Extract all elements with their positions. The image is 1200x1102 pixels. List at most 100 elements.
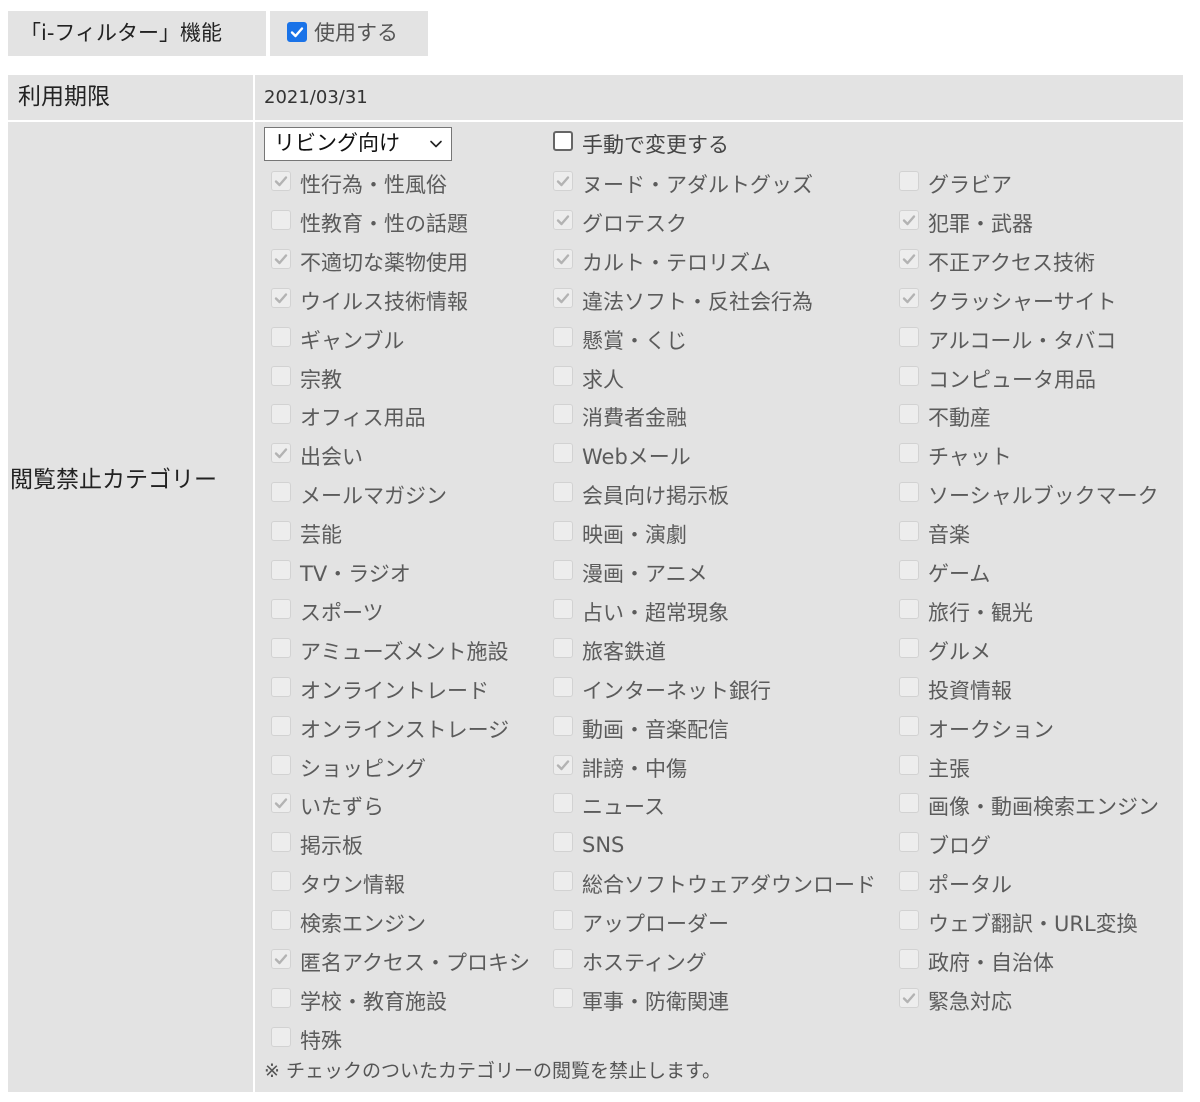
category-checkbox[interactable] xyxy=(271,910,291,931)
category-item[interactable]: 不適切な薬物使用 xyxy=(271,243,468,281)
manual-change-checkbox[interactable] xyxy=(553,131,573,151)
category-item[interactable]: アップローダー xyxy=(553,904,729,942)
category-checkbox[interactable] xyxy=(271,793,291,814)
category-checkbox[interactable] xyxy=(899,793,919,814)
category-checkbox[interactable] xyxy=(553,949,573,969)
category-checkbox[interactable] xyxy=(899,560,919,580)
category-item[interactable]: オンライントレード xyxy=(271,671,489,709)
use-filter-checkbox[interactable] xyxy=(287,22,307,42)
category-item[interactable]: 画像・動画検索エンジン xyxy=(899,787,1159,825)
category-item[interactable]: ポータル xyxy=(899,865,1012,903)
category-checkbox[interactable] xyxy=(899,715,919,736)
category-item[interactable]: 会員向け掲示板 xyxy=(553,476,729,514)
category-item[interactable]: ショッピング xyxy=(271,749,426,787)
category-checkbox[interactable] xyxy=(899,482,919,503)
category-checkbox[interactable] xyxy=(271,365,291,386)
category-checkbox[interactable] xyxy=(271,171,291,191)
category-checkbox[interactable] xyxy=(899,676,919,697)
category-item[interactable]: 占い・超常現象 xyxy=(553,593,729,631)
preset-select[interactable]: リビング向け xyxy=(264,127,452,161)
category-checkbox[interactable] xyxy=(271,209,291,230)
category-checkbox[interactable] xyxy=(553,598,573,619)
category-item[interactable]: 投資情報 xyxy=(899,671,1012,709)
category-item[interactable]: 消費者金融 xyxy=(553,398,687,436)
category-item[interactable]: ギャンブル xyxy=(271,321,404,359)
category-item[interactable]: Webメール xyxy=(553,437,691,475)
category-checkbox[interactable] xyxy=(899,598,919,619)
category-checkbox[interactable] xyxy=(271,326,291,347)
category-checkbox[interactable] xyxy=(271,521,291,542)
category-item[interactable]: 芸能 xyxy=(271,515,342,553)
category-item[interactable]: グラビア xyxy=(899,165,1012,203)
category-checkbox[interactable] xyxy=(899,910,919,931)
category-item[interactable]: クラッシャーサイト xyxy=(899,282,1117,320)
category-item[interactable]: アミューズメント施設 xyxy=(271,632,509,670)
category-checkbox[interactable] xyxy=(553,715,573,736)
category-item[interactable]: 緊急対応 xyxy=(899,982,1012,1020)
category-item[interactable]: 動画・音楽配信 xyxy=(553,710,729,748)
category-item[interactable]: 性教育・性の話題 xyxy=(271,204,468,242)
category-checkbox[interactable] xyxy=(899,832,919,853)
category-checkbox[interactable] xyxy=(899,287,919,308)
category-item[interactable]: 音楽 xyxy=(899,515,970,553)
category-checkbox[interactable] xyxy=(553,365,573,386)
category-item[interactable]: 性行為・性風俗 xyxy=(271,165,447,203)
category-checkbox[interactable] xyxy=(271,598,291,619)
category-checkbox[interactable] xyxy=(271,1026,291,1047)
category-item[interactable]: ヌード・アダルトグッズ xyxy=(553,165,813,203)
category-item[interactable]: ソーシャルブックマーク xyxy=(899,476,1159,514)
category-item[interactable]: タウン情報 xyxy=(271,865,405,903)
category-item[interactable]: 掲示板 xyxy=(271,826,363,864)
category-item[interactable]: 検索エンジン xyxy=(271,904,426,942)
category-item[interactable]: ニュース xyxy=(553,787,665,825)
category-item[interactable]: 映画・演劇 xyxy=(553,515,687,553)
category-item[interactable]: アルコール・タバコ xyxy=(899,321,1116,359)
category-checkbox[interactable] xyxy=(553,793,573,814)
category-item[interactable]: 総合ソフトウェアダウンロード xyxy=(553,865,876,903)
category-item[interactable]: 主張 xyxy=(899,749,970,787)
category-checkbox[interactable] xyxy=(271,637,291,658)
category-item[interactable]: オフィス用品 xyxy=(271,398,426,436)
category-checkbox[interactable] xyxy=(899,949,919,969)
category-item[interactable]: チャット xyxy=(899,437,1012,475)
category-item[interactable]: SNS xyxy=(553,826,624,864)
category-checkbox[interactable] xyxy=(553,209,573,230)
category-item[interactable]: 違法ソフト・反社会行為 xyxy=(553,282,813,320)
category-checkbox[interactable] xyxy=(553,987,573,1008)
category-checkbox[interactable] xyxy=(899,209,919,230)
category-checkbox[interactable] xyxy=(899,987,919,1008)
category-checkbox[interactable] xyxy=(553,754,573,775)
category-item[interactable]: 不正アクセス技術 xyxy=(899,243,1095,281)
category-item[interactable]: ホスティング xyxy=(553,943,707,981)
category-checkbox[interactable] xyxy=(899,754,919,775)
category-checkbox[interactable] xyxy=(899,326,919,347)
category-checkbox[interactable] xyxy=(553,521,573,542)
category-item[interactable]: 求人 xyxy=(553,360,624,398)
category-item[interactable]: 宗教 xyxy=(271,360,342,398)
category-checkbox[interactable] xyxy=(553,637,573,658)
category-item[interactable]: メールマガジン xyxy=(271,476,447,514)
category-checkbox[interactable] xyxy=(553,676,573,697)
category-item[interactable]: スポーツ xyxy=(271,593,384,631)
category-checkbox[interactable] xyxy=(271,871,291,892)
category-checkbox[interactable] xyxy=(271,832,291,853)
category-checkbox[interactable] xyxy=(899,248,919,269)
category-checkbox[interactable] xyxy=(271,482,291,503)
category-item[interactable]: 政府・自治体 xyxy=(899,943,1054,981)
category-item[interactable]: コンピュータ用品 xyxy=(899,360,1096,398)
category-checkbox[interactable] xyxy=(271,560,291,580)
category-checkbox[interactable] xyxy=(553,443,573,464)
category-checkbox[interactable] xyxy=(553,871,573,892)
category-item[interactable]: グロテスク xyxy=(553,204,687,242)
category-item[interactable]: 懸賞・くじ xyxy=(553,321,687,359)
category-checkbox[interactable] xyxy=(899,404,919,425)
category-checkbox[interactable] xyxy=(271,715,291,736)
category-item[interactable]: ブログ xyxy=(899,826,991,864)
category-item[interactable]: 誹謗・中傷 xyxy=(553,749,687,787)
category-checkbox[interactable] xyxy=(899,521,919,542)
category-item[interactable]: 犯罪・武器 xyxy=(899,204,1033,242)
category-item[interactable]: グルメ xyxy=(899,632,991,670)
category-checkbox[interactable] xyxy=(271,248,291,269)
category-item[interactable]: オンラインストレージ xyxy=(271,710,509,748)
category-checkbox[interactable] xyxy=(553,482,573,503)
